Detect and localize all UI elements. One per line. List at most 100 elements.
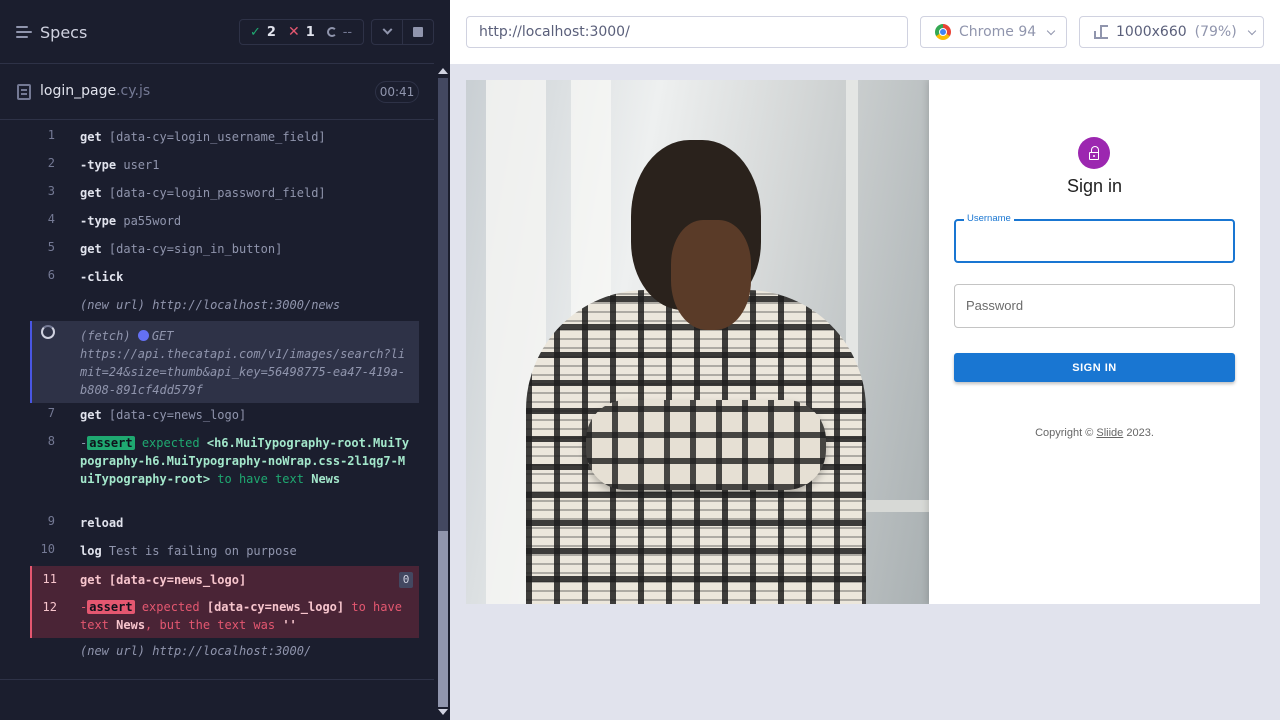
reporter-divider (0, 679, 434, 680)
line-number: 11 (42, 572, 57, 586)
command-message: [data-cy=login_username_field] (108, 130, 326, 144)
request-method: GET (151, 329, 174, 343)
spec-file-row[interactable]: login_page.cy.js 00:41 (0, 64, 434, 120)
username-field[interactable]: Username (954, 213, 1235, 263)
command-message: [data-cy=login_password_field] (108, 186, 326, 200)
assert-element: [data-cy=news_logo] (206, 600, 345, 614)
hero-photo (466, 80, 929, 604)
assert-expected: expected (141, 436, 200, 450)
chevron-down-icon (1046, 26, 1056, 35)
command-name: get (80, 408, 102, 422)
event-message: http://localhost:3000/news (152, 298, 341, 312)
event-message: http://localhost:3000/ (152, 644, 312, 658)
line-number: 12 (42, 600, 57, 614)
test-stats: ✓ 2 ✕ 1 -- (239, 19, 364, 45)
line-number: 6 (47, 268, 55, 282)
passed-count: 2 (266, 24, 276, 40)
browser-selector[interactable]: Chrome 94 (920, 16, 1067, 48)
command-row[interactable]: 9 reload (30, 514, 419, 538)
command-message: [data-cy=sign_in_button] (108, 242, 283, 256)
specs-label: Specs (40, 22, 88, 42)
scroll-up-icon[interactable] (438, 68, 448, 74)
assert-text: News (116, 618, 146, 632)
x-icon: ✕ (287, 24, 300, 40)
command-name: reload (80, 516, 124, 530)
scroll-down-icon[interactable] (438, 709, 448, 715)
browser-label: Chrome 94 (959, 24, 1037, 40)
copyright-prefix: Copyright © (1035, 427, 1097, 439)
collapse-button[interactable] (372, 20, 403, 44)
command-row-fetch[interactable]: (fetch) GET https://api.thecatapi.com/v1/… (30, 321, 419, 403)
command-message: [data-cy=news_logo] (108, 408, 247, 422)
pending-count: -- (342, 24, 353, 40)
pending-stat: -- (326, 24, 353, 40)
line-number: 3 (47, 184, 55, 198)
command-row[interactable]: 1 get [data-cy=login_username_field] (30, 128, 419, 152)
scroll-thumb[interactable] (438, 531, 448, 707)
sign-in-button[interactable]: SIGN IN (954, 353, 1235, 382)
password-field[interactable]: Password (954, 284, 1235, 328)
command-row[interactable]: 7 get [data-cy=news_logo] (30, 406, 419, 430)
aut-iframe: Sign in Username Password SIGN IN Copyri… (466, 80, 1260, 604)
event-name: (new url) (80, 298, 146, 312)
command-name: -click (80, 270, 124, 284)
event-name: (new url) (80, 644, 146, 658)
viewport-selector[interactable]: 1000x660 (79%) (1079, 16, 1264, 48)
failed-count: 1 (305, 24, 315, 40)
command-row[interactable]: 2 -type user1 (30, 156, 419, 180)
aut-header: http://localhost:3000/ Chrome 94 1000x66… (450, 0, 1280, 64)
assert-text: News (311, 472, 341, 486)
line-number: 2 (47, 156, 55, 170)
stop-button[interactable] (403, 20, 433, 44)
app-under-test-panel: http://localhost:3000/ Chrome 94 1000x66… (450, 0, 1280, 720)
command-name: get (80, 242, 102, 256)
viewport-icon (1094, 25, 1108, 39)
failed-stat: ✕ 1 (288, 24, 315, 40)
reporter-scrollbar[interactable] (436, 64, 450, 720)
request-url: https://api.thecatapi.com/v1/images/sear… (80, 347, 406, 397)
command-row-new-url[interactable]: (new url) http://localhost:3000/news (30, 296, 419, 320)
command-name: get (80, 573, 102, 587)
check-icon: ✓ (250, 24, 261, 40)
assert-badge: assert (87, 436, 135, 450)
request-dot-icon (137, 330, 149, 341)
command-row[interactable]: 4 -type pa55word (30, 212, 419, 236)
line-number: 4 (47, 212, 55, 226)
line-number: 10 (40, 542, 55, 556)
loading-spinner-icon (41, 325, 55, 339)
command-row[interactable]: 10 log Test is failing on purpose (30, 542, 419, 566)
lock-icon (1078, 137, 1110, 169)
command-row[interactable]: 6 -click (30, 268, 419, 292)
command-message: user1 (123, 158, 160, 172)
chevron-down-icon (382, 24, 392, 35)
line-number: 8 (47, 434, 55, 448)
reporter-panel: Specs ✓ 2 ✕ 1 -- login_page.cy.js 00:41 (0, 0, 450, 720)
viewport-size: 1000x660 (1116, 24, 1187, 40)
command-message: pa55word (123, 214, 182, 228)
copyright-suffix: 2023. (1123, 427, 1154, 439)
pending-icon (326, 27, 337, 37)
assert-expected: expected (141, 600, 200, 614)
copyright-link[interactable]: Sliide (1096, 427, 1123, 439)
command-row[interactable]: 5 get [data-cy=sign_in_button] (30, 240, 419, 264)
line-number: 1 (47, 128, 55, 142)
specs-button[interactable]: Specs (16, 20, 87, 44)
header-controls (371, 19, 434, 45)
spec-name-text: login_page (40, 83, 117, 99)
line-number: 5 (47, 240, 55, 254)
command-row-failed[interactable]: 11 get [data-cy=news_logo] 0 (30, 566, 419, 594)
document-icon (17, 84, 31, 100)
command-row-assert[interactable]: 8 - assert expected <h6.MuiTypography-roo… (30, 434, 419, 510)
command-message: [data-cy=news_logo] (108, 573, 247, 587)
command-row[interactable]: 3 get [data-cy=login_password_field] (30, 184, 419, 208)
password-placeholder: Password (966, 298, 1024, 313)
command-row-new-url[interactable]: (new url) http://localhost:3000/ (30, 642, 419, 666)
command-message: Test is failing on purpose (108, 544, 297, 558)
chrome-icon (935, 24, 951, 40)
url-bar[interactable]: http://localhost:3000/ (466, 16, 908, 48)
element-count-badge: 0 (399, 572, 413, 588)
command-name: get (80, 130, 102, 144)
command-row-failed-assert[interactable]: 12 - assert expected [data-cy=news_logo] … (30, 594, 419, 638)
line-number: 9 (47, 514, 55, 528)
login-pane: Sign in Username Password SIGN IN Copyri… (929, 80, 1260, 604)
